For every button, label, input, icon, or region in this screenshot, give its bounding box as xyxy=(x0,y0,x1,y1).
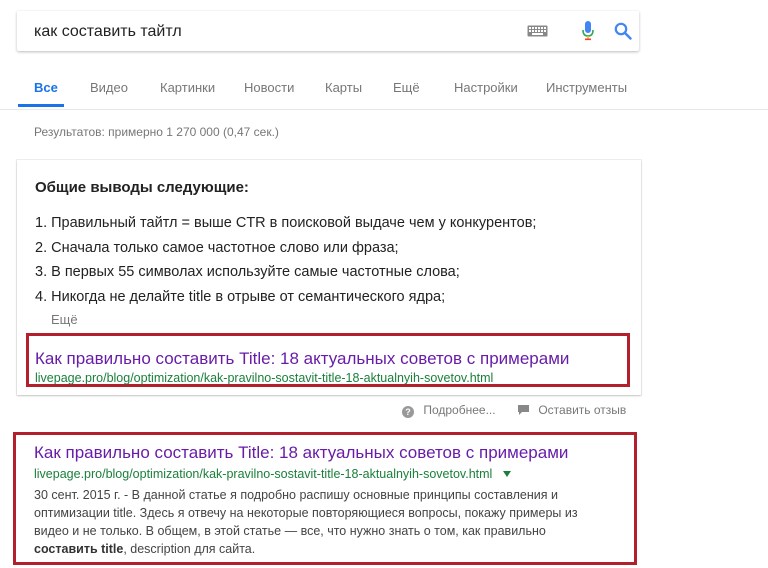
search-tabs: Все Видео Картинки Новости Карты Ещё Нас… xyxy=(0,72,768,110)
snippet-list: 1. Правильный тайтл = выше CTR в поисков… xyxy=(35,211,536,309)
list-item: 4. Никогда не делайте title в отрыве от … xyxy=(35,288,446,305)
description-line: видео и не только. В общем, в этой стать… xyxy=(34,524,546,538)
description-line: оптимизации title. Здесь я отвечу на нек… xyxy=(34,506,578,520)
result-stats: Результатов: примерно 1 270 000 (0,47 се… xyxy=(34,125,279,139)
tab-video[interactable]: Видео xyxy=(90,80,128,95)
result-url-row: livepage.pro/blog/optimization/kak-pravi… xyxy=(34,465,511,483)
snippet-heading: Общие выводы следующие: xyxy=(35,179,249,196)
result-title-link[interactable]: Как правильно составить Title: 18 актуал… xyxy=(34,443,568,463)
description-line: составить title, description для сайта. xyxy=(34,540,594,558)
list-item: 3. В первых 55 символах используйте самы… xyxy=(35,264,460,280)
keyboard-icon[interactable] xyxy=(527,25,548,37)
snippet-more-link[interactable]: Ещё xyxy=(51,312,78,327)
active-tab-indicator xyxy=(18,104,64,107)
more-info-label: Подробнее... xyxy=(423,403,496,417)
leave-feedback-label: Оставить отзыв xyxy=(538,403,627,417)
featured-snippet: Общие выводы следующие: 1. Правильный та… xyxy=(17,160,641,395)
tab-images[interactable]: Картинки xyxy=(160,80,215,95)
description-keyword: составить title xyxy=(34,542,124,556)
search-box[interactable]: как составить тайтл xyxy=(17,11,639,51)
snippet-result-url: livepage.pro/blog/optimization/kak-pravi… xyxy=(35,371,494,385)
snippet-result-title-link[interactable]: Как правильно составить Title: 18 актуал… xyxy=(35,349,569,369)
tab-all[interactable]: Все xyxy=(34,80,58,95)
tab-settings[interactable]: Настройки xyxy=(454,80,518,95)
tab-tools[interactable]: Инструменты xyxy=(546,80,627,95)
search-icon[interactable] xyxy=(614,22,632,40)
tabs-divider xyxy=(0,109,768,110)
result-description: 30 сент. 2015 г. - В данной статье я под… xyxy=(34,486,594,558)
more-info-link[interactable]: ? Подробнее... xyxy=(402,403,496,418)
leave-feedback-link[interactable]: Оставить отзыв xyxy=(518,403,626,417)
caret-down-icon[interactable] xyxy=(502,471,511,477)
tab-news[interactable]: Новости xyxy=(244,80,294,95)
feedback-icon xyxy=(518,405,529,415)
search-input[interactable]: как составить тайтл xyxy=(34,23,182,41)
description-line: 30 сент. 2015 г. - В данной статье я под… xyxy=(34,488,558,502)
help-icon: ? xyxy=(402,406,414,418)
list-item: 1. Правильный тайтл = выше CTR в поисков… xyxy=(35,215,537,231)
tab-more[interactable]: Ещё xyxy=(393,80,420,95)
description-rest: , description для сайта. xyxy=(123,542,256,556)
tab-maps[interactable]: Карты xyxy=(325,80,362,95)
list-item: 2. Сначала только самое частотное слово … xyxy=(35,239,399,256)
result-url: livepage.pro/blog/optimization/kak-pravi… xyxy=(34,467,493,481)
microphone-icon[interactable] xyxy=(582,21,594,41)
